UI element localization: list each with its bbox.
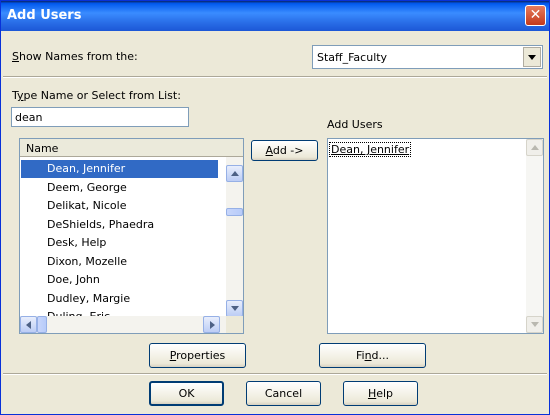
name-column-header[interactable]: Name xyxy=(20,139,243,157)
scroll-thumb[interactable] xyxy=(37,316,47,333)
added-list-vertical-scrollbar[interactable] xyxy=(526,139,543,333)
cancel-button[interactable]: Cancel xyxy=(246,381,321,406)
list-item[interactable]: Doe, John xyxy=(21,271,218,289)
source-label-hotkey: S xyxy=(12,50,19,63)
list-item[interactable]: Dixon, Mozelle xyxy=(21,253,218,271)
source-dropdown[interactable]: Staff_Faculty xyxy=(312,45,543,69)
scroll-up-icon[interactable] xyxy=(526,139,543,156)
scroll-left-icon[interactable] xyxy=(20,316,37,333)
window-title: Add Users xyxy=(7,8,82,23)
list-item[interactable]: Deem, George xyxy=(21,179,218,197)
list-item[interactable]: Desk, Help xyxy=(21,234,218,252)
search-input[interactable]: dean xyxy=(11,107,189,127)
list-item[interactable]: Dudley, Margie xyxy=(21,290,218,308)
scroll-down-icon[interactable] xyxy=(226,300,243,317)
list-item[interactable]: Dean, Jennifer xyxy=(21,160,218,178)
scroll-thumb[interactable] xyxy=(226,208,243,216)
divider xyxy=(3,76,547,78)
source-label: Show Names from the: xyxy=(12,50,138,63)
chevron-down-icon[interactable] xyxy=(523,47,541,67)
name-list-horizontal-scrollbar[interactable] xyxy=(20,316,227,333)
help-button[interactable]: Help xyxy=(343,381,418,406)
properties-button[interactable]: Properties xyxy=(149,343,246,368)
scroll-up-icon[interactable] xyxy=(226,165,243,182)
close-icon[interactable]: ✕ xyxy=(525,5,546,26)
scroll-right-icon[interactable] xyxy=(203,316,220,333)
divider xyxy=(3,373,547,375)
search-label: Type Name or Select from List: xyxy=(12,89,181,102)
added-users-label: Add Users xyxy=(327,118,383,131)
list-item[interactable]: Delikat, Nicole xyxy=(21,197,218,215)
list-item[interactable]: DeShields, Phaedra xyxy=(21,216,218,234)
name-list-vertical-scrollbar[interactable] xyxy=(226,157,243,317)
added-users-list[interactable]: Dean, Jennifer xyxy=(327,138,544,334)
title-bar[interactable]: Add Users ✕ xyxy=(1,1,549,31)
list-item[interactable]: Dean, Jennifer xyxy=(329,142,412,157)
scrollbar-corner xyxy=(226,316,243,333)
source-dropdown-value: Staff_Faculty xyxy=(317,51,388,64)
ok-button[interactable]: OK xyxy=(149,381,224,406)
add-users-dialog: Add Users ✕ Show Names from the: Staff_F… xyxy=(0,0,550,415)
find-button[interactable]: Find... xyxy=(319,343,426,368)
scroll-down-icon[interactable] xyxy=(526,316,543,333)
name-list[interactable]: Name Dean, Jennifer Deem, George Delikat… xyxy=(19,138,244,334)
add-button[interactable]: Add -> xyxy=(251,140,318,161)
